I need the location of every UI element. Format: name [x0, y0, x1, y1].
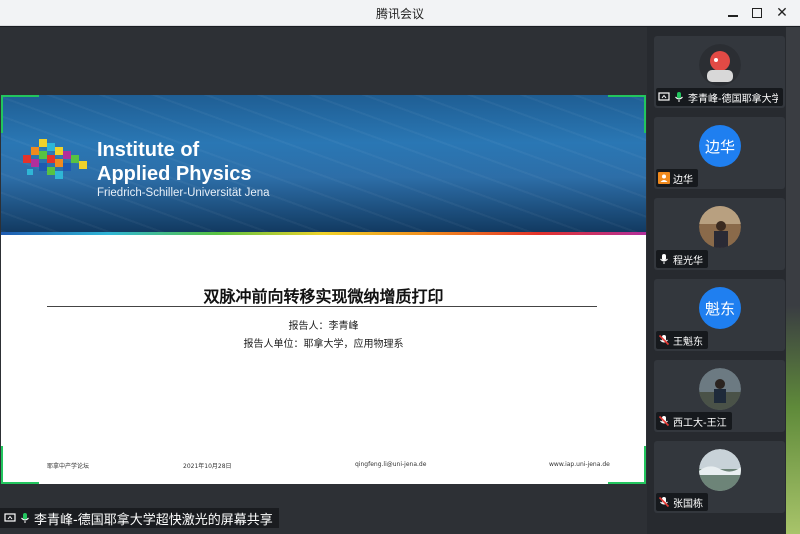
slide-reporter: 报告人：李青峰 [288, 321, 359, 332]
banner-rainbow-stripe [1, 232, 646, 235]
slide-title: 双脉冲前向转移实现微纳增质打印 [203, 287, 444, 306]
mic-on-icon [675, 92, 683, 102]
mic-muted-icon [658, 496, 670, 508]
slide-footer-website: www.iap.uni-jena.de [549, 461, 610, 468]
participant-nameplate: 西工大-王江 [656, 412, 732, 430]
maximize-button[interactable] [746, 2, 768, 24]
share-corner-br-h [608, 482, 646, 484]
participant-tile[interactable]: 程光华 [654, 198, 785, 270]
mic-on-icon [660, 254, 668, 264]
participant-name: 张国栋 [673, 498, 703, 510]
share-corner-bl-v [1, 446, 3, 484]
participant-nameplate: 张国栋 [656, 493, 708, 511]
slide-affiliation: 报告人单位：耶拿大学，应用物理系 [243, 339, 404, 350]
minimize-icon [728, 15, 738, 17]
share-corner-tr-h [608, 95, 646, 97]
shared-slide: Institute of Applied Physics Friedrich-S… [1, 95, 646, 484]
institute-name-line2: Applied Physics [97, 163, 252, 185]
institute-logo [23, 139, 87, 179]
participant-tile[interactable]: 张国栋 [654, 441, 785, 513]
close-button[interactable]: ✕ [771, 2, 793, 24]
close-icon: ✕ [776, 5, 788, 21]
person-icon [658, 172, 670, 184]
desktop-edge [786, 27, 800, 534]
university-name: Friedrich-Schiller-Universität Jena [97, 187, 270, 199]
participant-name: 程光华 [673, 255, 703, 267]
share-corner-tl-v [1, 95, 3, 133]
slide-footer-email: qingfeng.li@uni-jena.de [355, 461, 427, 468]
screen-share-icon [4, 513, 16, 522]
slide-footer-event: 耶拿中产学论坛 [47, 463, 90, 470]
participant-tile[interactable]: 边华 边华 [654, 117, 785, 189]
participant-avatar-initials: 魁东 [699, 287, 741, 329]
institute-name-line1: Institute of [97, 139, 200, 161]
participant-name: 李青峰-德国耶拿大学 [688, 93, 778, 105]
participant-nameplate: 程光华 [656, 250, 708, 268]
participant-nameplate: 李青峰-德国耶拿大学 [656, 88, 783, 106]
participant-name: 王魁东 [673, 336, 703, 348]
maximize-icon [752, 8, 762, 18]
participant-tile[interactable]: 西工大-王江 [654, 360, 785, 432]
slide-footer-date: 2021年10月28日 [183, 463, 232, 470]
mic-on-icon [21, 513, 29, 523]
participant-avatar-photo [699, 206, 741, 248]
participant-name: 西工大-王江 [673, 417, 727, 429]
participant-avatar-initials: 边华 [699, 125, 741, 167]
mic-muted-icon [658, 334, 670, 346]
screen-share-label-text: 李青峰-德国耶拿大学超快激光的屏幕共享 [34, 512, 273, 528]
share-corner-tl-h [1, 95, 39, 97]
mic-muted-icon [658, 415, 670, 427]
slide-title-rule [47, 306, 597, 307]
shared-screen-stage[interactable]: Institute of Applied Physics Friedrich-S… [0, 27, 647, 534]
share-corner-bl-h [1, 482, 39, 484]
participant-tile[interactable]: 魁东 王魁东 [654, 279, 785, 351]
participant-name: 边华 [673, 174, 693, 186]
screen-share-icon [658, 92, 670, 101]
participant-sidebar[interactable]: 李青峰-德国耶拿大学 边华 边华 程光华 魁东 王魁东 西工大-王江 张国栋 [647, 27, 800, 534]
screen-share-label: 李青峰-德国耶拿大学超快激光的屏幕共享 [0, 508, 279, 528]
slide-banner: Institute of Applied Physics Friedrich-S… [1, 95, 646, 232]
participant-nameplate: 王魁东 [656, 331, 708, 349]
participant-avatar-photo [699, 449, 741, 491]
window-title: 腾讯会议 [375, 7, 424, 21]
participant-avatar-photo [699, 368, 741, 410]
share-corner-tr-v [644, 95, 646, 133]
participant-nameplate: 边华 [656, 169, 698, 187]
title-bar: 腾讯会议 ✕ [0, 0, 800, 26]
participant-tile[interactable]: 李青峰-德国耶拿大学 [654, 36, 785, 108]
minimize-button[interactable] [722, 2, 744, 24]
share-corner-br-v [644, 446, 646, 484]
participant-avatar-photo [699, 44, 741, 86]
